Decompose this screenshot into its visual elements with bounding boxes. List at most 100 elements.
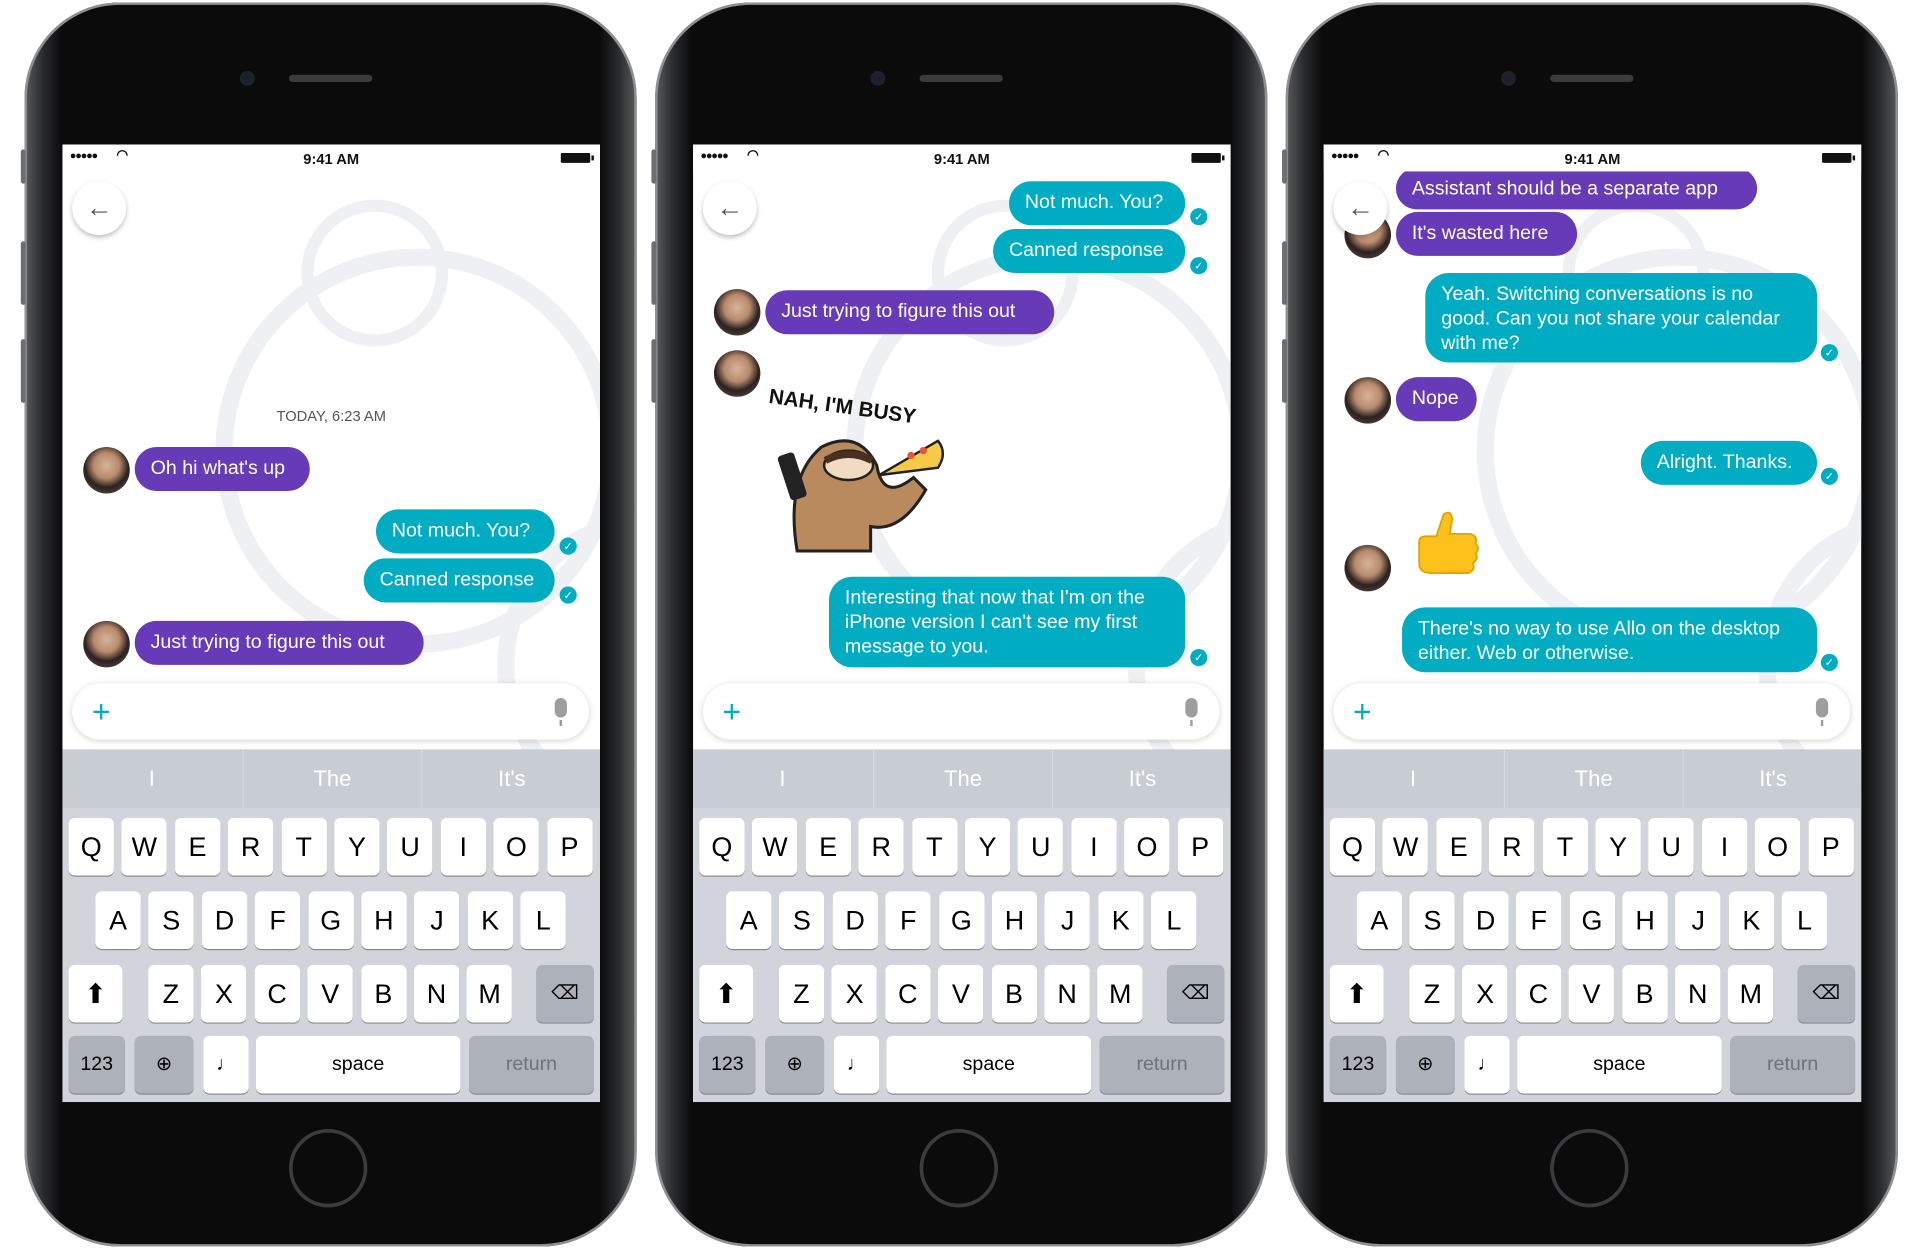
key[interactable]: M [1728, 964, 1774, 1023]
key[interactable]: P [1177, 817, 1223, 876]
key[interactable]: T [281, 817, 327, 876]
key[interactable]: K [1098, 891, 1144, 949]
key[interactable]: N [1044, 964, 1090, 1023]
received-message[interactable]: Assistant should be a separate app [1395, 167, 1758, 210]
key[interactable]: G [1569, 891, 1615, 949]
key[interactable]: X [1462, 964, 1508, 1023]
sent-message[interactable]: Canned response [993, 228, 1186, 274]
key[interactable]: J [414, 891, 460, 949]
key[interactable]: Y [1595, 817, 1641, 876]
return-key[interactable]: return [1730, 1035, 1856, 1094]
key[interactable]: S [779, 891, 825, 949]
return-key[interactable]: return [1099, 1035, 1225, 1094]
numbers-key[interactable]: 123 [68, 1035, 125, 1094]
dictation-key[interactable]: ♩ [1464, 1035, 1510, 1094]
contact-avatar[interactable] [713, 350, 761, 397]
plus-icon[interactable]: + [722, 693, 741, 731]
key[interactable]: R [227, 817, 274, 876]
home-button[interactable] [288, 1128, 368, 1208]
sent-message[interactable]: Yeah. Switching conversations is no good… [1425, 273, 1818, 363]
key[interactable]: J [1675, 891, 1721, 949]
key[interactable]: K [1728, 891, 1775, 949]
back-button[interactable]: ← [1333, 181, 1388, 236]
suggestion-item[interactable]: The [1503, 749, 1683, 809]
key[interactable]: V [1568, 964, 1615, 1023]
sent-message[interactable]: Not much. You? [1008, 181, 1186, 226]
thumbs-up-emoji-icon[interactable] [1409, 507, 1482, 580]
sent-message[interactable]: Interesting that now that I'm on the iPh… [828, 576, 1186, 668]
suggestion-item[interactable]: The [241, 749, 422, 809]
key[interactable]: U [1018, 817, 1064, 876]
numbers-key[interactable]: 123 [699, 1035, 756, 1094]
key[interactable]: I [1701, 817, 1748, 876]
key[interactable]: R [858, 817, 904, 876]
back-button[interactable]: ← [72, 181, 127, 236]
suggestion-item[interactable]: It's [1682, 749, 1861, 809]
key[interactable]: M [467, 964, 513, 1023]
key[interactable]: D [832, 891, 878, 949]
received-message[interactable]: Just trying to figure this out [765, 290, 1055, 335]
suggestion-item[interactable]: The [872, 749, 1052, 809]
key[interactable]: L [1151, 891, 1197, 949]
key[interactable]: W [1382, 817, 1429, 876]
compose-input[interactable]: + [72, 683, 589, 740]
key[interactable]: V [307, 964, 353, 1023]
key[interactable]: E [805, 817, 851, 876]
backspace-key[interactable]: ⌫ [1166, 964, 1225, 1023]
key[interactable]: Z [148, 964, 194, 1023]
numbers-key[interactable]: 123 [1329, 1035, 1387, 1094]
received-message[interactable]: It's wasted here [1395, 211, 1578, 256]
key[interactable]: P [546, 817, 593, 876]
suggestion-item[interactable]: I [1324, 749, 1503, 808]
shift-key[interactable]: ⬆ [68, 964, 123, 1023]
space-key[interactable]: space [255, 1035, 461, 1094]
microphone-icon[interactable] [1815, 697, 1829, 727]
key[interactable]: M [1097, 964, 1143, 1023]
key[interactable]: N [413, 964, 460, 1023]
key[interactable]: W [121, 817, 168, 876]
key[interactable]: A [1356, 891, 1403, 949]
contact-avatar[interactable] [1344, 377, 1392, 424]
key[interactable]: Z [778, 964, 825, 1023]
key[interactable]: E [1436, 817, 1482, 876]
key[interactable]: Q [1329, 817, 1376, 876]
key[interactable]: A [726, 891, 772, 949]
key[interactable]: A [95, 891, 141, 949]
key[interactable]: S [148, 891, 194, 949]
dictation-key[interactable]: ♩ [833, 1035, 880, 1094]
key[interactable]: R [1489, 817, 1535, 876]
key[interactable]: H [1622, 891, 1668, 949]
compose-input[interactable]: + [702, 683, 1220, 740]
contact-avatar[interactable] [713, 288, 761, 336]
key[interactable]: Q [699, 817, 745, 876]
home-button[interactable] [1550, 1128, 1629, 1208]
contact-avatar[interactable] [1344, 544, 1392, 592]
suggestion-item[interactable]: It's [1051, 749, 1231, 809]
key[interactable]: L [520, 891, 566, 949]
key[interactable]: C [1515, 964, 1561, 1023]
key[interactable]: S [1409, 891, 1456, 949]
key[interactable]: T [911, 817, 958, 876]
key[interactable]: I [440, 817, 486, 876]
key[interactable]: B [360, 964, 407, 1023]
key[interactable]: F [885, 891, 931, 949]
key[interactable]: I [1071, 817, 1117, 876]
sent-message[interactable]: Alright. Thanks. [1640, 440, 1818, 485]
return-key[interactable]: return [468, 1035, 594, 1094]
globe-key[interactable]: ⊕ [1395, 1035, 1455, 1094]
suggestion-item[interactable]: It's [421, 749, 600, 809]
key[interactable]: F [1516, 891, 1562, 949]
key[interactable]: X [201, 964, 247, 1023]
microphone-icon[interactable] [554, 697, 567, 727]
microphone-icon[interactable] [1185, 697, 1198, 727]
plus-icon[interactable]: + [1353, 693, 1372, 731]
key[interactable]: W [752, 817, 798, 876]
dictation-key[interactable]: ♩ [203, 1035, 249, 1094]
key[interactable]: X [831, 964, 878, 1023]
key[interactable]: N [1675, 964, 1721, 1023]
key[interactable]: Z [1409, 964, 1455, 1023]
backspace-key[interactable]: ⌫ [536, 964, 594, 1023]
received-message[interactable]: Oh hi what's up [134, 446, 310, 492]
sent-message[interactable]: There's no way to use Allo on the deskto… [1402, 607, 1818, 673]
contact-avatar[interactable] [83, 446, 130, 494]
